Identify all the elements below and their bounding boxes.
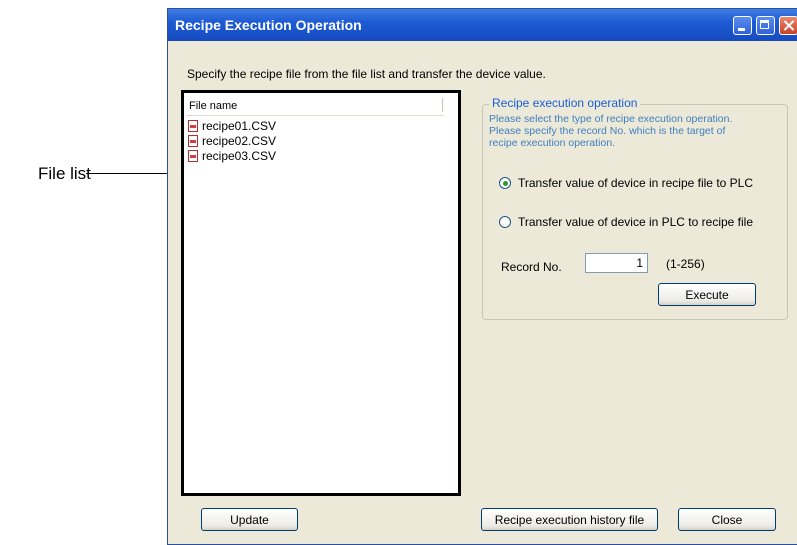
file-list[interactable]: File name recipe01.CSV recipe02.CSV reci…: [181, 90, 461, 496]
title-bar[interactable]: Recipe Execution Operation: [168, 9, 797, 41]
csv-file-icon: [188, 134, 198, 147]
radio-transfer-to-file[interactable]: Transfer value of device in PLC to recip…: [499, 215, 753, 229]
file-list-item[interactable]: recipe03.CSV: [188, 148, 276, 163]
radio-transfer-to-plc[interactable]: Transfer value of device in recipe file …: [499, 176, 753, 190]
description-line: Please specify the record No. which is t…: [489, 125, 726, 137]
csv-file-icon: [188, 149, 198, 162]
radio-unselected-icon[interactable]: [499, 216, 511, 228]
file-list-rows: recipe01.CSV recipe02.CSV recipe03.CSV: [188, 118, 276, 163]
window-title: Recipe Execution Operation: [175, 17, 362, 33]
column-separator[interactable]: [442, 98, 443, 112]
recipe-operation-group: Recipe execution operation Please select…: [482, 96, 788, 320]
file-list-item[interactable]: recipe01.CSV: [188, 118, 276, 133]
file-name: recipe02.CSV: [202, 133, 277, 148]
file-name: recipe03.CSV: [202, 148, 277, 163]
csv-file-icon: [188, 119, 198, 132]
file-name: recipe01.CSV: [202, 118, 277, 133]
history-file-button[interactable]: Recipe execution history file: [481, 508, 658, 531]
instruction-text: Specify the recipe file from the file li…: [187, 67, 546, 81]
maximize-icon[interactable]: [756, 16, 775, 35]
description-line: recipe execution operation.: [489, 137, 616, 149]
file-list-header[interactable]: File name: [186, 97, 444, 116]
close-button[interactable]: Close: [678, 508, 776, 531]
group-title: Recipe execution operation: [489, 96, 641, 110]
group-description: Please select the type of recipe executi…: [489, 113, 779, 149]
radio-label: Transfer value of device in PLC to recip…: [518, 215, 754, 229]
minimize-icon[interactable]: [733, 16, 752, 35]
radio-label: Transfer value of device in recipe file …: [518, 176, 754, 190]
update-button[interactable]: Update: [201, 508, 298, 531]
execute-button[interactable]: Execute: [658, 283, 756, 306]
radio-selected-icon[interactable]: [499, 177, 511, 189]
description-line: Please select the type of recipe executi…: [489, 113, 733, 125]
recipe-execution-window: Recipe Execution Operation Specify the r…: [167, 8, 797, 545]
record-no-label: Record No.: [501, 260, 562, 274]
record-range-hint: (1-256): [666, 257, 705, 271]
file-name-column-header: File name: [189, 100, 238, 112]
callout-label: File list: [38, 164, 91, 183]
file-list-item[interactable]: recipe02.CSV: [188, 133, 276, 148]
close-window-icon[interactable]: [779, 16, 797, 35]
callout-line: [86, 173, 170, 174]
record-no-input[interactable]: 1: [585, 253, 648, 273]
